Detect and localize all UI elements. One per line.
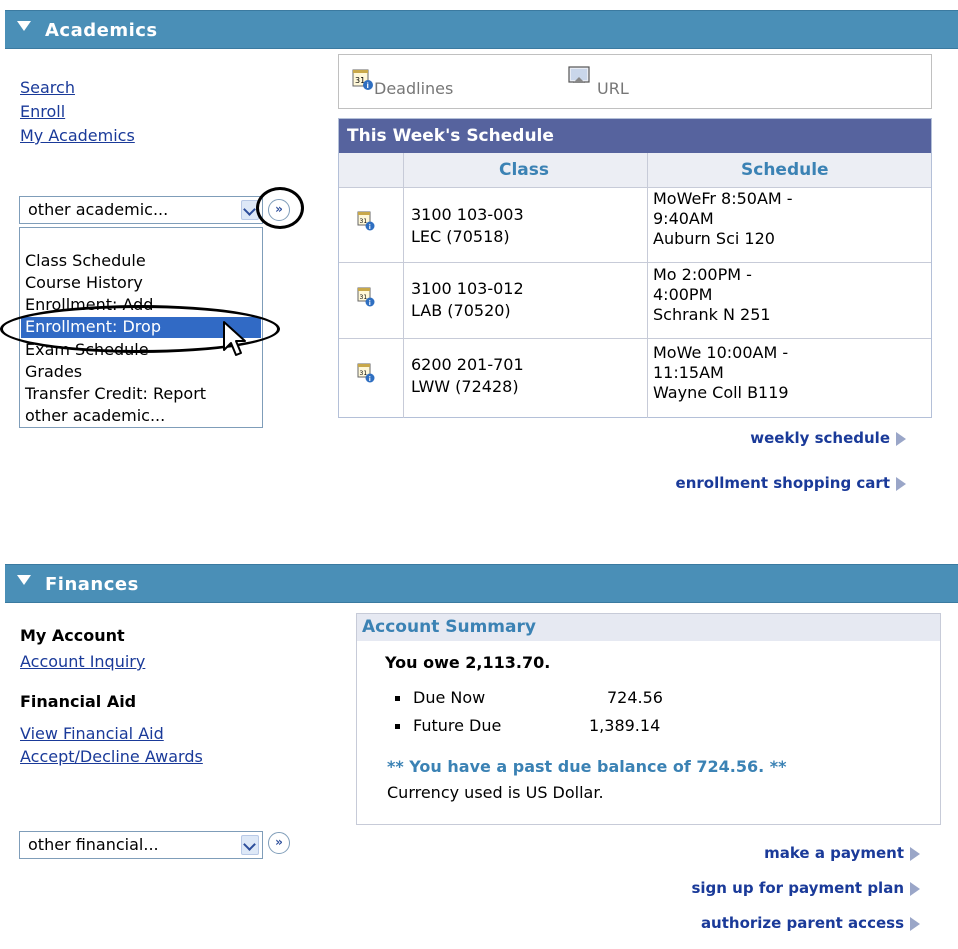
url-icon[interactable] bbox=[567, 65, 593, 89]
account-summary-header: Account Summary bbox=[357, 614, 940, 641]
amount-owed: You owe 2,113.70. bbox=[385, 653, 551, 672]
schedule-header: This Week's Schedule bbox=[339, 119, 931, 153]
due-now-value: 724.56 bbox=[607, 688, 663, 707]
my-academics-link[interactable]: My Academics bbox=[20, 126, 135, 145]
option-course-history[interactable]: Course History bbox=[25, 273, 143, 292]
arrow-right-icon bbox=[896, 431, 906, 446]
row3-sched-line3: Wayne Coll B119 bbox=[653, 383, 789, 402]
currency-note: Currency used is US Dollar. bbox=[387, 783, 604, 802]
divider bbox=[339, 338, 931, 339]
academic-toolbar: 31 i Deadlines URL bbox=[338, 54, 932, 109]
option-grades[interactable]: Grades bbox=[25, 362, 82, 381]
calendar-info-icon[interactable]: 31 i bbox=[357, 363, 375, 383]
my-account-heading: My Account bbox=[20, 626, 125, 645]
go-button-financial[interactable]: » bbox=[268, 832, 290, 854]
payment-plan-label: sign up for payment plan bbox=[691, 879, 904, 897]
accept-decline-awards-link[interactable]: Accept/Decline Awards bbox=[20, 747, 203, 766]
row1-class-line1: 3100 103-003 bbox=[411, 205, 524, 224]
option-class-schedule[interactable]: Class Schedule bbox=[25, 251, 146, 270]
schedule-title: This Week's Schedule bbox=[347, 126, 554, 146]
column-class: Class bbox=[499, 160, 550, 180]
view-financial-aid-link[interactable]: View Financial Aid bbox=[20, 724, 164, 743]
row3-class-line2: LWW (72428) bbox=[411, 377, 519, 396]
row1-sched-line2: 9:40AM bbox=[653, 209, 714, 228]
row3-class-line1: 6200 201-701 bbox=[411, 355, 524, 374]
row2-sched-line2: 4:00PM bbox=[653, 285, 713, 304]
collapse-triangle-icon[interactable] bbox=[17, 575, 31, 585]
parent-access-label: authorize parent access bbox=[700, 914, 904, 932]
calendar-info-icon[interactable]: 31 i bbox=[357, 287, 375, 307]
arrow-right-icon bbox=[910, 881, 920, 896]
url-link[interactable]: URL bbox=[597, 79, 629, 98]
weekly-schedule-link[interactable]: weekly schedule bbox=[750, 429, 906, 447]
select-value: other financial... bbox=[28, 835, 159, 854]
future-due-label: Future Due bbox=[413, 716, 502, 735]
shopping-cart-link[interactable]: enrollment shopping cart bbox=[676, 474, 906, 492]
svg-text:i: i bbox=[369, 376, 371, 383]
parent-access-link[interactable]: authorize parent access bbox=[701, 914, 920, 932]
academics-title: Academics bbox=[45, 20, 158, 41]
column-schedule: Schedule bbox=[741, 160, 829, 180]
search-link[interactable]: Search bbox=[20, 78, 75, 97]
deadlines-icon[interactable]: 31 i bbox=[351, 67, 375, 91]
account-inquiry-link[interactable]: Account Inquiry bbox=[20, 652, 145, 671]
arrow-right-icon bbox=[896, 476, 906, 491]
future-due-value: 1,389.14 bbox=[589, 716, 661, 735]
row2-sched-line1: Mo 2:00PM - bbox=[653, 265, 752, 284]
finances-title: Finances bbox=[45, 574, 139, 595]
divider bbox=[339, 262, 931, 263]
weekly-schedule-table: This Week's Schedule Class Schedule 31 i… bbox=[338, 118, 932, 418]
row2-sched-line3: Schrank N 251 bbox=[653, 305, 771, 324]
collapse-triangle-icon[interactable] bbox=[17, 21, 31, 31]
row2-class-line2: LAB (70520) bbox=[411, 301, 511, 320]
academics-header[interactable]: Academics bbox=[5, 10, 958, 49]
option-other-academic[interactable]: other academic... bbox=[25, 406, 165, 425]
financial-aid-heading: Financial Aid bbox=[20, 692, 137, 711]
deadlines-link[interactable]: Deadlines bbox=[374, 79, 453, 98]
bullet bbox=[395, 724, 400, 729]
other-academic-select[interactable]: other academic... bbox=[19, 196, 263, 224]
select-value: other academic... bbox=[28, 200, 169, 219]
make-payment-label: make a payment bbox=[764, 844, 904, 862]
row1-class-line2: LEC (70518) bbox=[411, 227, 510, 246]
row3-sched-line2: 11:15AM bbox=[653, 363, 724, 382]
annotation-circle bbox=[256, 187, 304, 229]
finances-header[interactable]: Finances bbox=[5, 564, 958, 603]
arrow-right-icon bbox=[910, 846, 920, 861]
divider bbox=[647, 153, 648, 418]
weekly-schedule-label: weekly schedule bbox=[750, 429, 890, 447]
due-now-label: Due Now bbox=[413, 688, 486, 707]
row3-sched-line1: MoWe 10:00AM - bbox=[653, 343, 789, 362]
arrow-right-icon bbox=[910, 916, 920, 931]
svg-text:i: i bbox=[369, 300, 371, 307]
option-transfer-credit-report[interactable]: Transfer Credit: Report bbox=[25, 384, 206, 403]
row1-sched-line3: Auburn Sci 120 bbox=[653, 229, 775, 248]
divider bbox=[403, 153, 404, 418]
chevron-down-icon[interactable] bbox=[241, 835, 259, 855]
row1-sched-line1: MoWeFr 8:50AM - bbox=[653, 189, 793, 208]
mouse-cursor-icon bbox=[223, 321, 246, 356]
bullet bbox=[395, 696, 400, 701]
payment-plan-link[interactable]: sign up for payment plan bbox=[691, 879, 920, 897]
account-summary-panel: Account Summary You owe 2,113.70. Due No… bbox=[356, 613, 941, 825]
other-financial-select[interactable]: other financial... bbox=[19, 831, 263, 859]
row2-class-line1: 3100 103-012 bbox=[411, 279, 524, 298]
account-summary-title: Account Summary bbox=[362, 617, 536, 637]
schedule-columns: Class Schedule bbox=[339, 153, 931, 188]
svg-text:i: i bbox=[367, 82, 369, 90]
past-due-warning: ** You have a past due balance of 724.56… bbox=[387, 757, 787, 776]
calendar-info-icon[interactable]: 31 i bbox=[357, 211, 375, 231]
enroll-link[interactable]: Enroll bbox=[20, 102, 65, 121]
svg-text:i: i bbox=[369, 224, 371, 231]
make-payment-link[interactable]: make a payment bbox=[764, 844, 920, 862]
shopping-cart-label: enrollment shopping cart bbox=[675, 474, 890, 492]
